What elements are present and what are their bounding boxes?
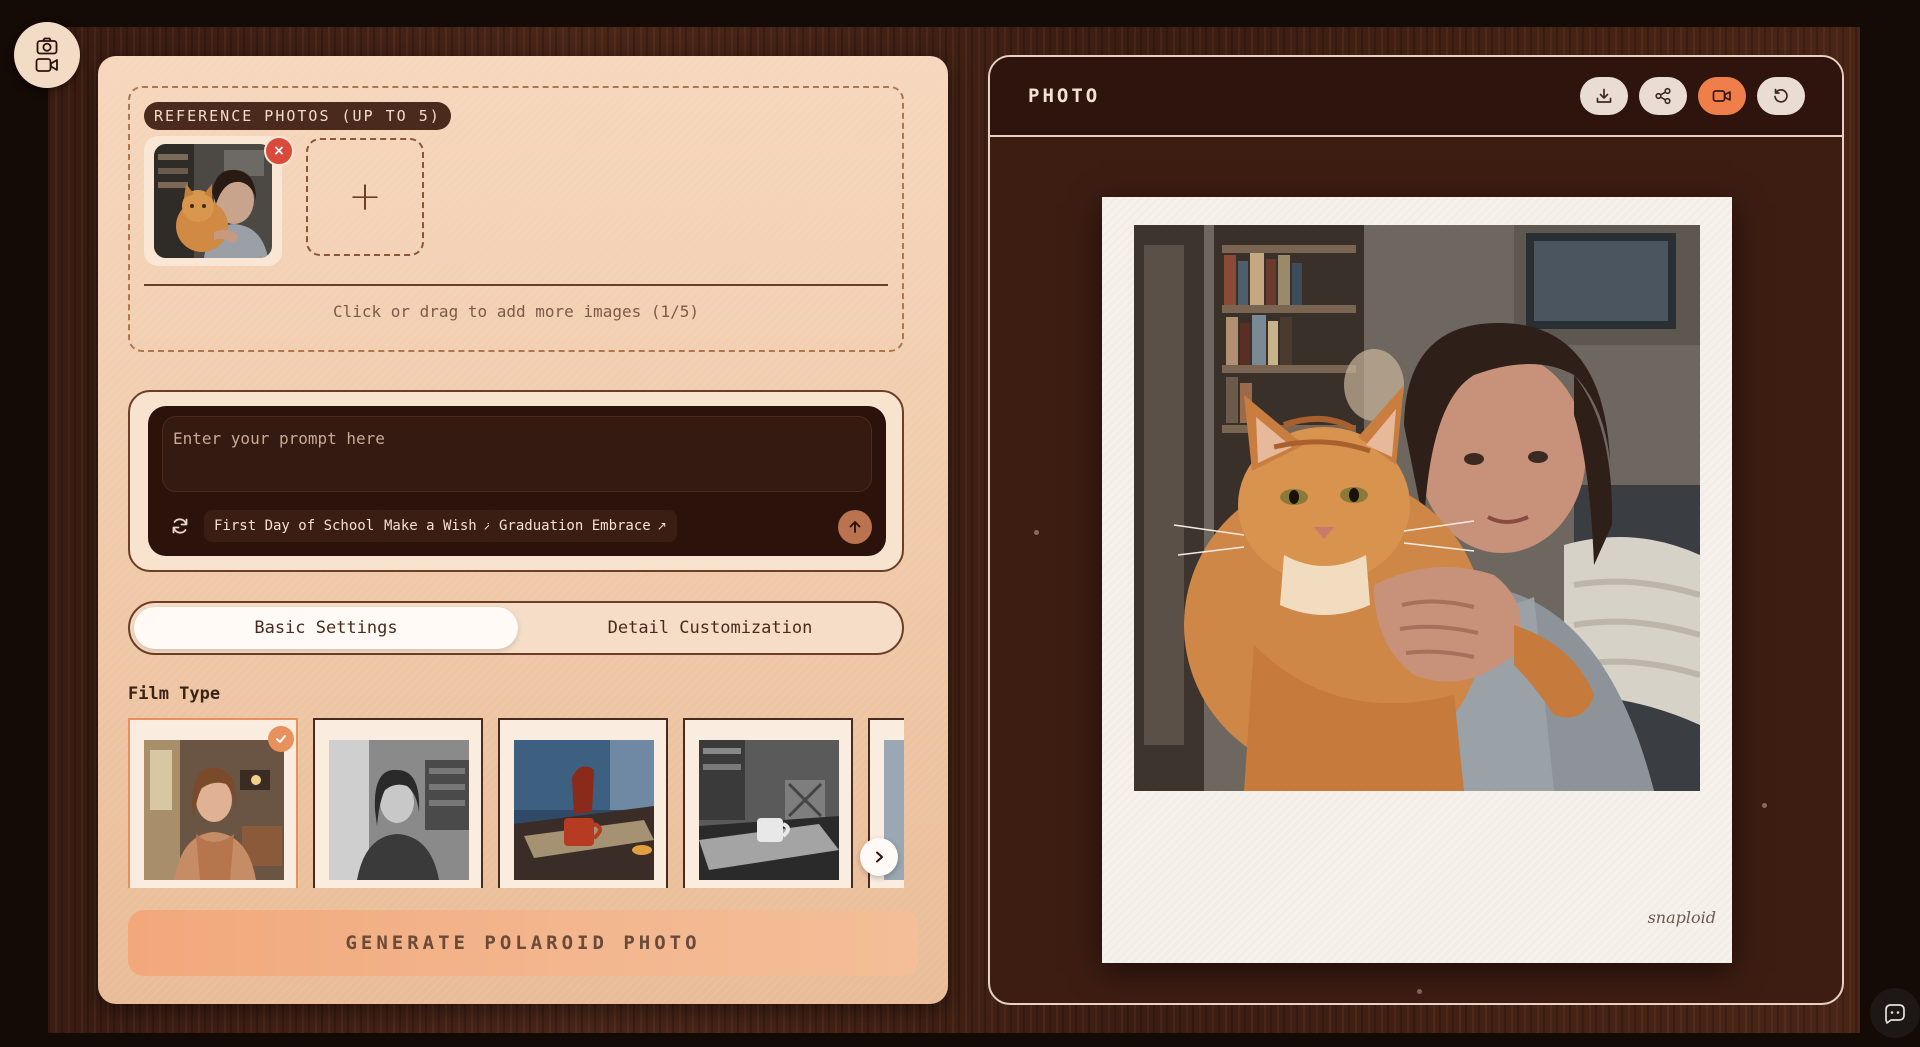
tab-detail-customization[interactable]: Detail Customization — [518, 607, 902, 649]
film-option-color-portrait[interactable] — [128, 718, 298, 888]
shuffle-suggestions-button[interactable] — [164, 510, 196, 542]
suggestion-label: Make a Wish — [384, 518, 477, 534]
share-icon — [1655, 87, 1671, 105]
film-type-carousel — [128, 718, 904, 888]
film-option-bw-portrait[interactable] — [313, 718, 483, 888]
film-option-bw-still-life[interactable] — [683, 718, 853, 888]
decor-dot — [1762, 803, 1767, 808]
refresh-icon — [1774, 88, 1788, 103]
settings-tabs: Basic Settings Detail Customization — [128, 601, 904, 655]
generated-photo — [1134, 225, 1700, 791]
suggestion-chip[interactable]: First Day of School↗ — [204, 510, 401, 542]
send-prompt-button[interactable] — [838, 510, 872, 544]
reference-photos-tag: REFERENCE PHOTOS (UP TO 5) — [144, 102, 451, 130]
film-preview-image — [699, 740, 839, 880]
decor-dot — [1034, 530, 1039, 535]
film-carousel-next-button[interactable] — [860, 838, 898, 876]
video-mode-button[interactable] — [1698, 77, 1746, 115]
prompt-container: First Day of School↗ Make a Wish↗ Gradua… — [128, 390, 904, 572]
upload-divider — [144, 284, 888, 286]
video-icon — [1712, 90, 1731, 102]
chevron-right-icon — [876, 851, 883, 863]
download-icon — [1596, 88, 1612, 103]
reference-upload-zone[interactable]: REFERENCE PHOTOS (UP TO 5) × + Click or … — [128, 86, 904, 352]
reference-thumbnail[interactable]: × — [144, 136, 294, 266]
download-button[interactable] — [1580, 77, 1628, 115]
camera-icon — [36, 37, 58, 55]
polaroid-photo: snaploid — [1102, 197, 1732, 963]
assistant-icon — [1885, 1004, 1905, 1024]
settings-panel: REFERENCE PHOTOS (UP TO 5) × + Click or … — [98, 56, 948, 1004]
suggestion-label: Graduation Embrace — [499, 518, 651, 534]
external-arrow-icon: ↗ — [656, 519, 667, 533]
refresh-icon — [172, 518, 188, 534]
remove-reference-button[interactable]: × — [264, 136, 294, 166]
preview-panel: PHOTO snaploid — [988, 55, 1844, 1005]
regenerate-button[interactable] — [1757, 77, 1805, 115]
arrow-up-icon — [849, 521, 861, 533]
selected-check-icon — [268, 726, 294, 752]
upload-hint: Click or drag to add more images (1/5) — [332, 302, 700, 321]
film-preview-image — [329, 740, 469, 880]
tab-basic-settings[interactable]: Basic Settings — [134, 607, 518, 649]
prompt-box: First Day of School↗ Make a Wish↗ Gradua… — [148, 406, 886, 556]
mode-switch[interactable] — [14, 22, 80, 88]
film-type-label: Film Type — [128, 684, 221, 704]
generate-polaroid-button[interactable]: GENERATE POLAROID PHOTO — [128, 910, 918, 976]
prompt-input[interactable] — [162, 416, 872, 492]
decor-dot — [1417, 989, 1422, 994]
film-preview-image — [144, 740, 284, 880]
preview-title: PHOTO — [1028, 85, 1101, 107]
suggestion-chip[interactable]: Graduation Embrace ↗ — [489, 510, 677, 542]
suggestion-label: First Day of School — [214, 518, 375, 534]
film-option-color-still-life[interactable] — [498, 718, 668, 888]
add-reference-button[interactable]: + — [306, 138, 424, 256]
polaroid-brand: snaploid — [1647, 908, 1716, 927]
assistant-button[interactable] — [1870, 988, 1920, 1038]
film-preview-image — [514, 740, 654, 880]
suggestion-chip[interactable]: Make a Wish ↗ — [374, 510, 503, 542]
preview-header: PHOTO — [990, 57, 1842, 137]
reference-thumbnail-image — [154, 144, 272, 258]
video-icon — [35, 58, 58, 72]
share-button[interactable] — [1639, 77, 1687, 115]
